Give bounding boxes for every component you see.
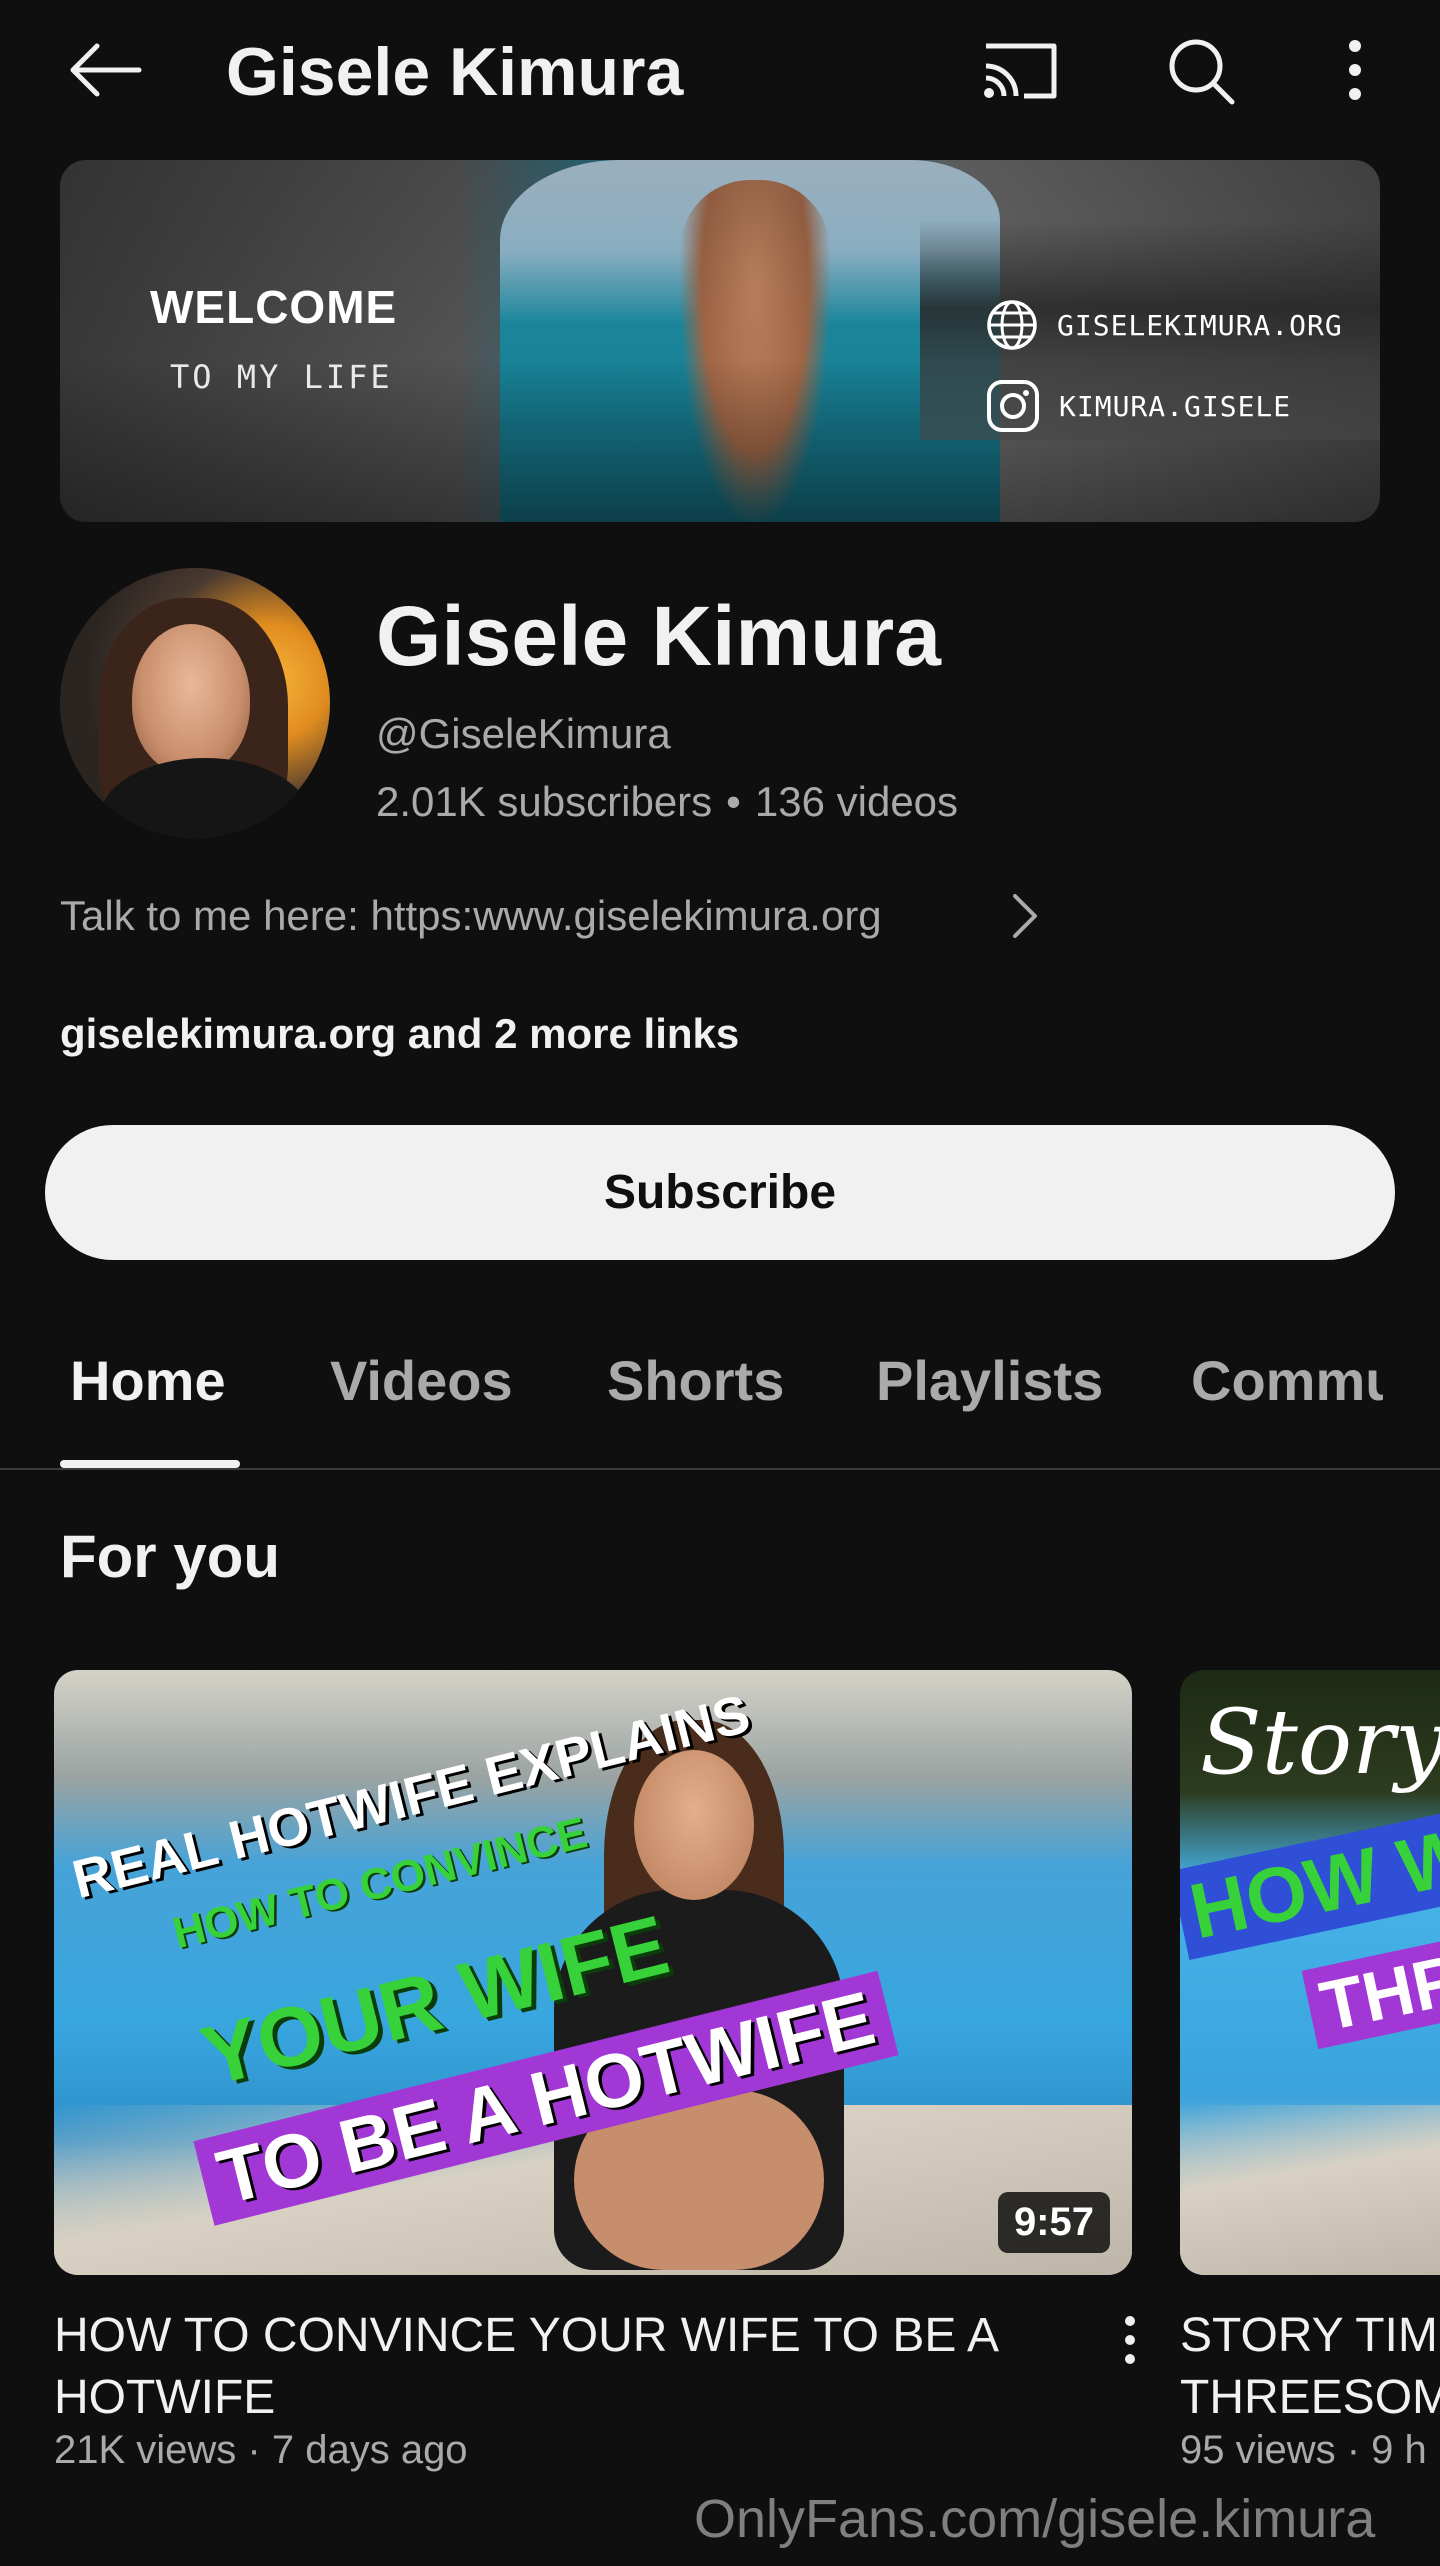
search-icon[interactable] [1155, 30, 1245, 110]
video-count: 136 videos [754, 778, 959, 825]
watermark: OnlyFans.com/gisele.kimura [694, 2489, 1376, 2549]
description-text: Talk to me here: https:www.giselekimura.… [60, 892, 882, 939]
tab-videos[interactable]: Videos [330, 1348, 513, 1413]
back-arrow-icon[interactable] [60, 30, 150, 110]
channel-page: Gisele Kimura WELCOME TO MY LIFE GISELEK… [0, 0, 1440, 2566]
page-title: Gisele Kimura [226, 34, 684, 110]
banner-welcome: WELCOME [150, 281, 398, 333]
video-title-line: STORY TIM [1180, 2309, 1438, 2362]
channel-tabs: Home Videos Shorts Playlists Commu [0, 1300, 1440, 1470]
video-meta: 95 views · 9 h [1180, 2428, 1427, 2472]
channel-links[interactable]: giselekimura.org and 2 more links [60, 1010, 739, 1058]
banner-instagram-link: KIMURA.GISELE [985, 378, 1291, 434]
video-meta: 21K views · 7 days ago [54, 2428, 468, 2472]
more-vert-icon[interactable] [1110, 2310, 1150, 2370]
subscribe-label: Subscribe [603, 1166, 837, 1219]
thumb-pool-deck [1180, 2105, 1440, 2275]
subscribe-button[interactable]: Subscribe [45, 1125, 1395, 1260]
banner-site-text: GISELEKIMURA.ORG [1057, 308, 1343, 342]
channel-stats: 2.01K subscribers • 136 videos [376, 778, 958, 826]
thumb-person-face [634, 1750, 754, 1900]
banner-site-link: GISELEKIMURA.ORG [985, 298, 1343, 352]
video-thumbnail[interactable]: Storyt HOW WAS THRE [1180, 1670, 1440, 2275]
tab-playlists[interactable]: Playlists [876, 1348, 1103, 1413]
tab-community[interactable]: Commu [1191, 1348, 1383, 1413]
banner-welcome-sub: TO MY LIFE [170, 358, 393, 396]
section-title: For you [60, 1523, 280, 1590]
avatar-face [132, 624, 250, 774]
thumb-text-line: HOW WAS [1180, 1784, 1440, 1961]
thumb-text-line: Storyt [1200, 1690, 1440, 1795]
active-tab-indicator [60, 1460, 240, 1468]
stats-separator: • [726, 778, 741, 825]
chevron-right-icon [1013, 894, 1037, 938]
channel-description[interactable]: Talk to me here: https:www.giselekimura.… [60, 888, 1040, 944]
globe-icon [987, 300, 1037, 350]
top-app-bar: Gisele Kimura [0, 0, 1440, 150]
channel-handle: @GiseleKimura [376, 710, 671, 757]
subscriber-count: 2.01K subscribers [376, 778, 713, 825]
thumb-text-line: THRE [1301, 1926, 1440, 2050]
channel-banner: WELCOME TO MY LIFE GISELEKIMURA.ORG KIMU… [60, 160, 1380, 522]
video-thumbnail[interactable]: REAL HOTWIFE EXPLAINS HOW TO CONVINCE YO… [54, 1670, 1132, 2275]
channel-name: Gisele Kimura [376, 589, 941, 683]
instagram-icon [987, 380, 1039, 432]
more-vert-icon[interactable] [1315, 30, 1395, 110]
cast-icon[interactable] [975, 30, 1065, 110]
duration-badge: 9:57 [997, 2192, 1110, 2253]
avatar[interactable] [60, 568, 330, 838]
video-title-line: THREESOM [1180, 2371, 1440, 2424]
video-title[interactable]: HOW TO CONVINCE YOUR WIFE TO BE A HOTWIF… [54, 2305, 1054, 2429]
tab-shorts[interactable]: Shorts [607, 1348, 784, 1413]
banner-instagram-text: KIMURA.GISELE [1059, 389, 1292, 423]
tab-home[interactable]: Home [70, 1348, 226, 1413]
video-title[interactable]: STORY TIM THREESOM [1180, 2305, 1440, 2429]
